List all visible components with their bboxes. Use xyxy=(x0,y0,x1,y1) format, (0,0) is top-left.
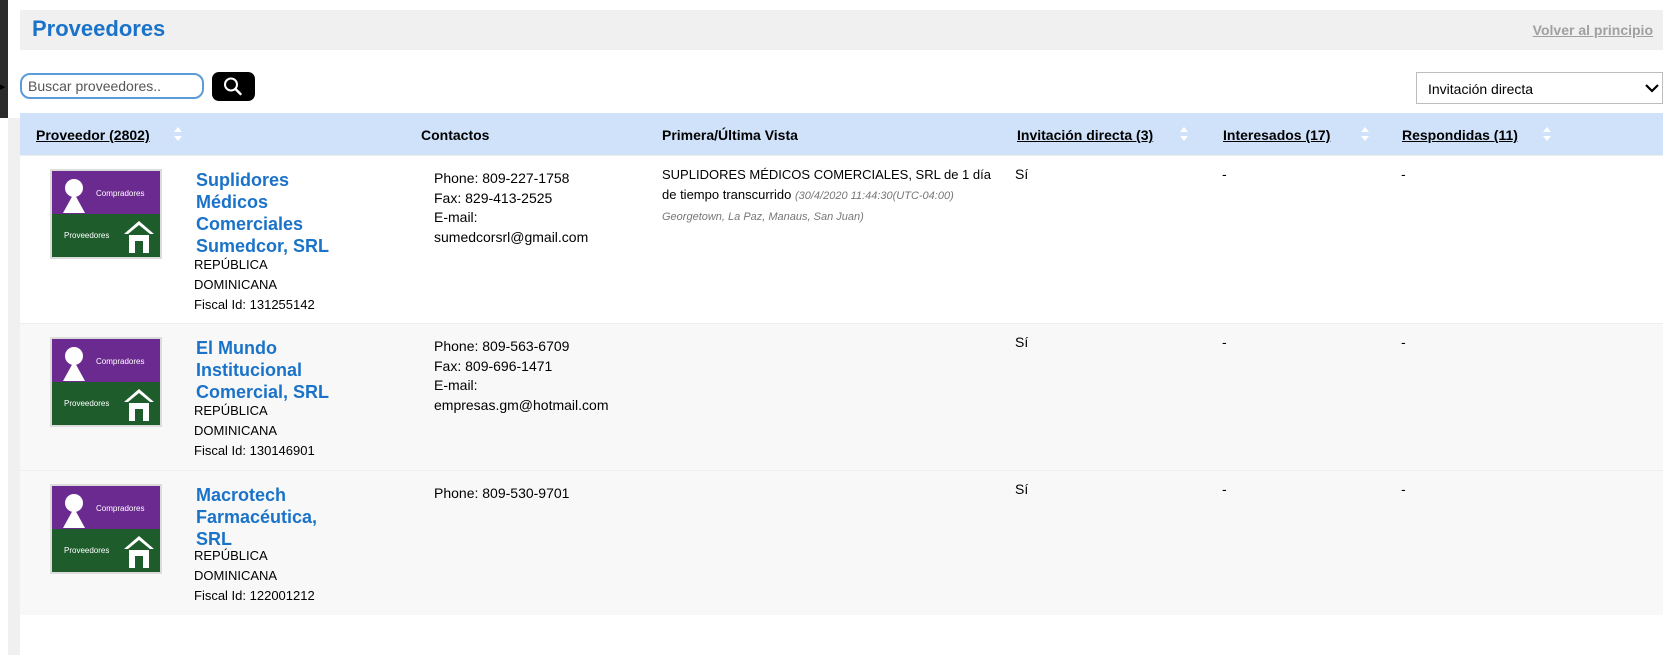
column-contacts: Contactos xyxy=(421,127,490,143)
sort-icon[interactable] xyxy=(173,126,183,142)
house-icon xyxy=(124,389,154,421)
table-header: Proveedor (2802) Contactos Primera/Últim… xyxy=(20,113,1663,155)
supplier-name-line: Farmacéutica, xyxy=(196,507,318,527)
logo-top-label: Compradores xyxy=(96,504,145,513)
search-icon xyxy=(224,77,242,96)
sort-icon[interactable] xyxy=(1360,126,1370,142)
logo-top-label: Compradores xyxy=(96,357,145,366)
contacts-cell: Phone: 809-227-1758 Fax: 829-413-2525 E-… xyxy=(434,169,588,247)
supplier-name-line: Institucional xyxy=(196,360,303,380)
interested-value: - xyxy=(1222,334,1227,350)
table-row: Compradores Proveedores Macrotech Farmac… xyxy=(20,470,1663,615)
supplier-name-line: Comercial, SRL xyxy=(196,382,330,402)
page-title: Proveedores xyxy=(32,16,166,41)
row-divider xyxy=(20,470,1663,471)
country-line: DOMINICANA xyxy=(194,277,278,292)
contacts-cell: Phone: 809-563-6709 Fax: 809-696-1471 E-… xyxy=(434,337,609,415)
contacts-cell: Phone: 809-530-9701 xyxy=(434,484,569,504)
logo-bottom-label: Proveedores xyxy=(64,231,110,240)
invitation-value: Sí xyxy=(1015,481,1029,497)
fiscal-id: Fiscal Id: 122001212 xyxy=(194,588,315,603)
back-to-top-link[interactable]: Volver al principio xyxy=(1533,22,1653,38)
supplier-name-line: Sumedcor, SRL xyxy=(196,236,330,256)
select-value: Invitación directa xyxy=(1428,81,1534,97)
row-divider xyxy=(20,323,1663,324)
responded-value: - xyxy=(1401,334,1406,350)
search-button[interactable] xyxy=(212,72,255,101)
invitation-filter-select[interactable]: Invitación directa xyxy=(1416,72,1663,104)
responded-value: - xyxy=(1401,481,1406,497)
row-divider xyxy=(20,155,1663,156)
country-line: DOMINICANA xyxy=(194,568,278,583)
logo-top-label: Compradores xyxy=(96,189,145,198)
edge-arrow-icon: ▸ xyxy=(0,81,6,93)
country-line: DOMINICANA xyxy=(194,423,278,438)
fiscal-id: Fiscal Id: 131255142 xyxy=(194,297,315,312)
supplier-name-line: Macrotech xyxy=(196,485,287,505)
column-first-last-view: Primera/Última Vista xyxy=(662,127,798,143)
sort-icon[interactable] xyxy=(1179,126,1189,142)
interested-value: - xyxy=(1222,166,1227,182)
fiscal-id: Fiscal Id: 130146901 xyxy=(194,443,315,458)
column-interested[interactable]: Interesados (17) xyxy=(1223,127,1330,143)
logo-bottom-label: Proveedores xyxy=(64,399,110,408)
supplier-info: REPÚBLICA DOMINICANA Fiscal Id: 13125514… xyxy=(194,255,344,315)
supplier-name-link[interactable]: Suplidores Médicos Comerciales Sumedcor,… xyxy=(196,169,346,257)
house-icon xyxy=(124,221,154,253)
left-edge-bar xyxy=(0,0,8,118)
table-row: Compradores Proveedores El Mundo Institu… xyxy=(20,323,1663,470)
contact-fax: Fax: 809-696-1471 xyxy=(434,357,553,374)
supplier-name-line: Comerciales xyxy=(196,214,304,234)
person-icon xyxy=(63,179,85,213)
supplier-logo: Compradores Proveedores xyxy=(50,169,162,259)
supplier-name-line: El Mundo xyxy=(196,338,277,358)
table-row: Compradores Proveedores Suplidores Médic… xyxy=(20,155,1663,323)
country-line: REPÚBLICA xyxy=(194,257,268,272)
search-input[interactable] xyxy=(20,73,204,99)
chevron-down-icon xyxy=(1645,84,1659,93)
view-cell: SUPLIDORES MÉDICOS COMERCIALES, SRL de 1… xyxy=(662,165,992,228)
contact-phone: Phone: 809-530-9701 xyxy=(434,485,570,501)
country-line: REPÚBLICA xyxy=(194,403,268,418)
invitation-value: Sí xyxy=(1015,166,1029,182)
contact-phone: Phone: 809-227-1758 xyxy=(434,170,570,186)
title-bar: Proveedores Volver al principio xyxy=(20,10,1663,50)
supplier-info: REPÚBLICA DOMINICANA Fiscal Id: 12200121… xyxy=(194,546,344,606)
column-direct-invitation[interactable]: Invitación directa (3) xyxy=(1017,127,1153,143)
contact-email-label: E-mail: xyxy=(434,377,478,393)
person-icon xyxy=(63,347,85,381)
invitation-value: Sí xyxy=(1015,334,1029,350)
house-icon xyxy=(124,536,154,568)
person-icon xyxy=(63,494,85,528)
logo-bottom-label: Proveedores xyxy=(64,546,110,555)
supplier-logo: Compradores Proveedores xyxy=(50,337,162,427)
contact-fax: Fax: 829-413-2525 xyxy=(434,189,553,206)
supplier-info: REPÚBLICA DOMINICANA Fiscal Id: 13014690… xyxy=(194,401,344,461)
supplier-name-line: Médicos xyxy=(196,192,269,212)
sort-icon[interactable] xyxy=(1542,126,1552,142)
contact-email: sumedcorsrl@gmail.com xyxy=(434,228,589,245)
supplier-logo: Compradores Proveedores xyxy=(50,484,162,574)
interested-value: - xyxy=(1222,481,1227,497)
supplier-name-link[interactable]: Macrotech Farmacéutica, SRL xyxy=(196,484,346,550)
responded-value: - xyxy=(1401,166,1406,182)
contact-email: empresas.gm@hotmail.com xyxy=(434,396,609,413)
supplier-name-line: Suplidores xyxy=(196,170,290,190)
country-line: REPÚBLICA xyxy=(194,548,268,563)
column-supplier[interactable]: Proveedor (2802) xyxy=(36,127,150,143)
supplier-name-link[interactable]: El Mundo Institucional Comercial, SRL xyxy=(196,337,346,403)
contact-phone: Phone: 809-563-6709 xyxy=(434,338,570,354)
column-responded[interactable]: Respondidas (11) xyxy=(1402,127,1518,143)
contact-email-label: E-mail: xyxy=(434,209,478,225)
left-edge-strip xyxy=(8,118,20,655)
